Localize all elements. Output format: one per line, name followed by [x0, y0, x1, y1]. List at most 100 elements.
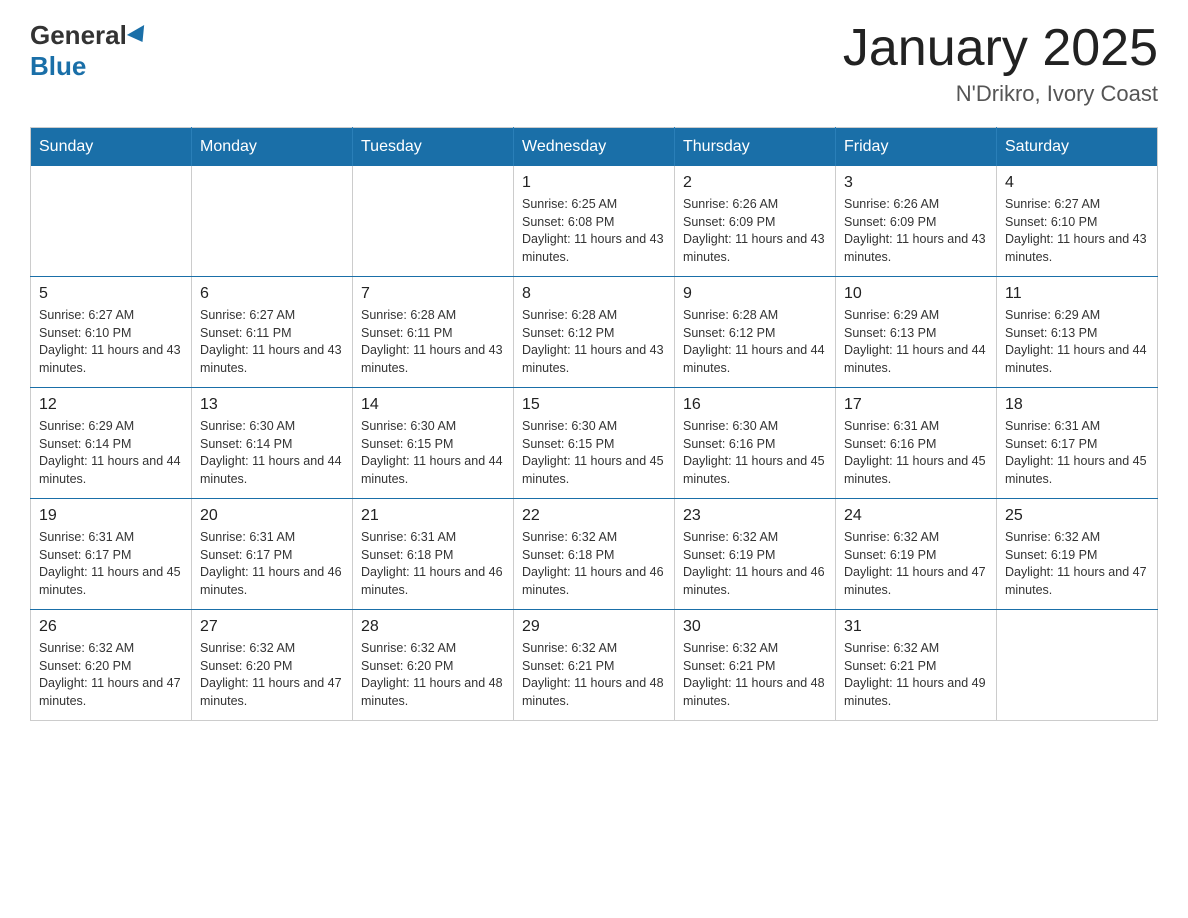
day-number: 29	[522, 618, 666, 636]
day-info: Sunrise: 6:32 AMSunset: 6:18 PMDaylight:…	[522, 529, 666, 599]
calendar-cell: 16 Sunrise: 6:30 AMSunset: 6:16 PMDayligh…	[675, 388, 836, 499]
calendar-cell: 30Sunrise: 6:32 AMSunset: 6:21 PMDayligh…	[675, 610, 836, 721]
day-info: Sunrise: 6:31 AMSunset: 6:18 PMDaylight:…	[361, 529, 505, 599]
calendar-cell: 8Sunrise: 6:28 AMSunset: 6:12 PMDaylight…	[514, 277, 675, 388]
day-number: 6	[200, 285, 344, 303]
weekday-header-friday: Friday	[836, 128, 997, 167]
day-info: Sunrise: 6:31 AMSunset: 6:16 PMDaylight:…	[844, 418, 988, 488]
day-info: Sunrise: 6:32 AMSunset: 6:21 PMDaylight:…	[683, 640, 827, 710]
day-info: Sunrise: 6:28 AMSunset: 6:12 PMDaylight:…	[522, 307, 666, 377]
day-info: Sunrise: 6:27 AMSunset: 6:11 PMDaylight:…	[200, 307, 344, 377]
calendar-cell: 20 Sunrise: 6:31 AMSunset: 6:17 PMDayligh…	[192, 499, 353, 610]
weekday-header-thursday: Thursday	[675, 128, 836, 167]
day-number: 24	[844, 507, 988, 525]
day-info: Sunrise: 6:30 AMSunset: 6:16 PMDaylight:…	[683, 418, 827, 488]
day-info: Sunrise: 6:27 AMSunset: 6:10 PMDaylight:…	[1005, 196, 1149, 266]
day-info: Sunrise: 6:30 AMSunset: 6:14 PMDaylight:…	[200, 418, 344, 488]
day-number: 2	[683, 174, 827, 192]
calendar-cell: 23Sunrise: 6:32 AMSunset: 6:19 PMDayligh…	[675, 499, 836, 610]
day-info: Sunrise: 6:32 AMSunset: 6:21 PMDaylight:…	[522, 640, 666, 710]
day-number: 19	[39, 507, 183, 525]
calendar-week-row-1: 1 Sunrise: 6:25 AMSunset: 6:08 PMDaylight…	[31, 166, 1158, 277]
day-number: 20	[200, 507, 344, 525]
day-info: Sunrise: 6:32 AMSunset: 6:19 PMDaylight:…	[1005, 529, 1149, 599]
day-number: 7	[361, 285, 505, 303]
calendar-cell	[192, 166, 353, 277]
day-number: 1	[522, 174, 666, 192]
calendar-week-row-2: 5Sunrise: 6:27 AMSunset: 6:10 PMDaylight…	[31, 277, 1158, 388]
calendar-cell: 27 Sunrise: 6:32 AMSunset: 6:20 PMDayligh…	[192, 610, 353, 721]
calendar-cell: 29 Sunrise: 6:32 AMSunset: 6:21 PMDayligh…	[514, 610, 675, 721]
day-info: Sunrise: 6:32 AMSunset: 6:20 PMDaylight:…	[200, 640, 344, 710]
day-number: 13	[200, 396, 344, 414]
day-number: 4	[1005, 174, 1149, 192]
calendar-cell: 6 Sunrise: 6:27 AMSunset: 6:11 PMDaylight…	[192, 277, 353, 388]
calendar-cell: 2 Sunrise: 6:26 AMSunset: 6:09 PMDaylight…	[675, 166, 836, 277]
calendar-cell: 7 Sunrise: 6:28 AMSunset: 6:11 PMDaylight…	[353, 277, 514, 388]
calendar-cell: 22 Sunrise: 6:32 AMSunset: 6:18 PMDayligh…	[514, 499, 675, 610]
calendar-cell: 12Sunrise: 6:29 AMSunset: 6:14 PMDayligh…	[31, 388, 192, 499]
day-number: 9	[683, 285, 827, 303]
logo-blue-text: Blue	[30, 51, 86, 82]
day-number: 23	[683, 507, 827, 525]
day-number: 22	[522, 507, 666, 525]
title-section: January 2025 N'Drikro, Ivory Coast	[843, 20, 1158, 107]
day-info: Sunrise: 6:25 AMSunset: 6:08 PMDaylight:…	[522, 196, 666, 266]
calendar-cell: 21 Sunrise: 6:31 AMSunset: 6:18 PMDayligh…	[353, 499, 514, 610]
day-info: Sunrise: 6:32 AMSunset: 6:21 PMDaylight:…	[844, 640, 988, 710]
day-number: 14	[361, 396, 505, 414]
calendar-cell: 18 Sunrise: 6:31 AMSunset: 6:17 PMDayligh…	[997, 388, 1158, 499]
calendar-cell: 25Sunrise: 6:32 AMSunset: 6:19 PMDayligh…	[997, 499, 1158, 610]
day-info: Sunrise: 6:29 AMSunset: 6:13 PMDaylight:…	[1005, 307, 1149, 377]
calendar-cell: 26 Sunrise: 6:32 AMSunset: 6:20 PMDayligh…	[31, 610, 192, 721]
calendar-cell: 17 Sunrise: 6:31 AMSunset: 6:16 PMDayligh…	[836, 388, 997, 499]
day-number: 5	[39, 285, 183, 303]
calendar-cell: 28 Sunrise: 6:32 AMSunset: 6:20 PMDayligh…	[353, 610, 514, 721]
location-title: N'Drikro, Ivory Coast	[843, 81, 1158, 107]
day-number: 3	[844, 174, 988, 192]
page-header: General Blue January 2025 N'Drikro, Ivor…	[30, 20, 1158, 107]
calendar-week-row-5: 26 Sunrise: 6:32 AMSunset: 6:20 PMDayligh…	[31, 610, 1158, 721]
day-info: Sunrise: 6:32 AMSunset: 6:20 PMDaylight:…	[39, 640, 183, 710]
day-info: Sunrise: 6:30 AMSunset: 6:15 PMDaylight:…	[522, 418, 666, 488]
calendar-cell: 5Sunrise: 6:27 AMSunset: 6:10 PMDaylight…	[31, 277, 192, 388]
calendar-cell: 3Sunrise: 6:26 AMSunset: 6:09 PMDaylight…	[836, 166, 997, 277]
day-number: 11	[1005, 285, 1149, 303]
calendar-cell: 19 Sunrise: 6:31 AMSunset: 6:17 PMDayligh…	[31, 499, 192, 610]
month-title: January 2025	[843, 20, 1158, 77]
calendar-cell: 10 Sunrise: 6:29 AMSunset: 6:13 PMDayligh…	[836, 277, 997, 388]
day-info: Sunrise: 6:31 AMSunset: 6:17 PMDaylight:…	[200, 529, 344, 599]
calendar-cell	[353, 166, 514, 277]
day-number: 10	[844, 285, 988, 303]
logo: General Blue	[30, 20, 151, 82]
weekday-header-tuesday: Tuesday	[353, 128, 514, 167]
day-number: 18	[1005, 396, 1149, 414]
weekday-header-wednesday: Wednesday	[514, 128, 675, 167]
calendar-cell: 14Sunrise: 6:30 AMSunset: 6:15 PMDayligh…	[353, 388, 514, 499]
day-number: 27	[200, 618, 344, 636]
day-info: Sunrise: 6:31 AMSunset: 6:17 PMDaylight:…	[39, 529, 183, 599]
day-number: 26	[39, 618, 183, 636]
calendar-cell: 13 Sunrise: 6:30 AMSunset: 6:14 PMDayligh…	[192, 388, 353, 499]
day-info: Sunrise: 6:32 AMSunset: 6:19 PMDaylight:…	[844, 529, 988, 599]
day-number: 21	[361, 507, 505, 525]
day-number: 12	[39, 396, 183, 414]
calendar-table: SundayMondayTuesdayWednesdayThursdayFrid…	[30, 127, 1158, 721]
day-info: Sunrise: 6:31 AMSunset: 6:17 PMDaylight:…	[1005, 418, 1149, 488]
calendar-header-row: SundayMondayTuesdayWednesdayThursdayFrid…	[31, 128, 1158, 167]
calendar-cell: 1 Sunrise: 6:25 AMSunset: 6:08 PMDaylight…	[514, 166, 675, 277]
day-number: 28	[361, 618, 505, 636]
day-info: Sunrise: 6:32 AMSunset: 6:20 PMDaylight:…	[361, 640, 505, 710]
day-info: Sunrise: 6:28 AMSunset: 6:11 PMDaylight:…	[361, 307, 505, 377]
calendar-cell: 24 Sunrise: 6:32 AMSunset: 6:19 PMDayligh…	[836, 499, 997, 610]
weekday-header-saturday: Saturday	[997, 128, 1158, 167]
logo-arrow-icon	[127, 24, 151, 46]
day-info: Sunrise: 6:29 AMSunset: 6:13 PMDaylight:…	[844, 307, 988, 377]
calendar-cell: 11 Sunrise: 6:29 AMSunset: 6:13 PMDayligh…	[997, 277, 1158, 388]
day-number: 16	[683, 396, 827, 414]
day-info: Sunrise: 6:28 AMSunset: 6:12 PMDaylight:…	[683, 307, 827, 377]
logo-general-text: General	[30, 20, 127, 51]
calendar-cell	[997, 610, 1158, 721]
day-number: 17	[844, 396, 988, 414]
day-info: Sunrise: 6:26 AMSunset: 6:09 PMDaylight:…	[683, 196, 827, 266]
